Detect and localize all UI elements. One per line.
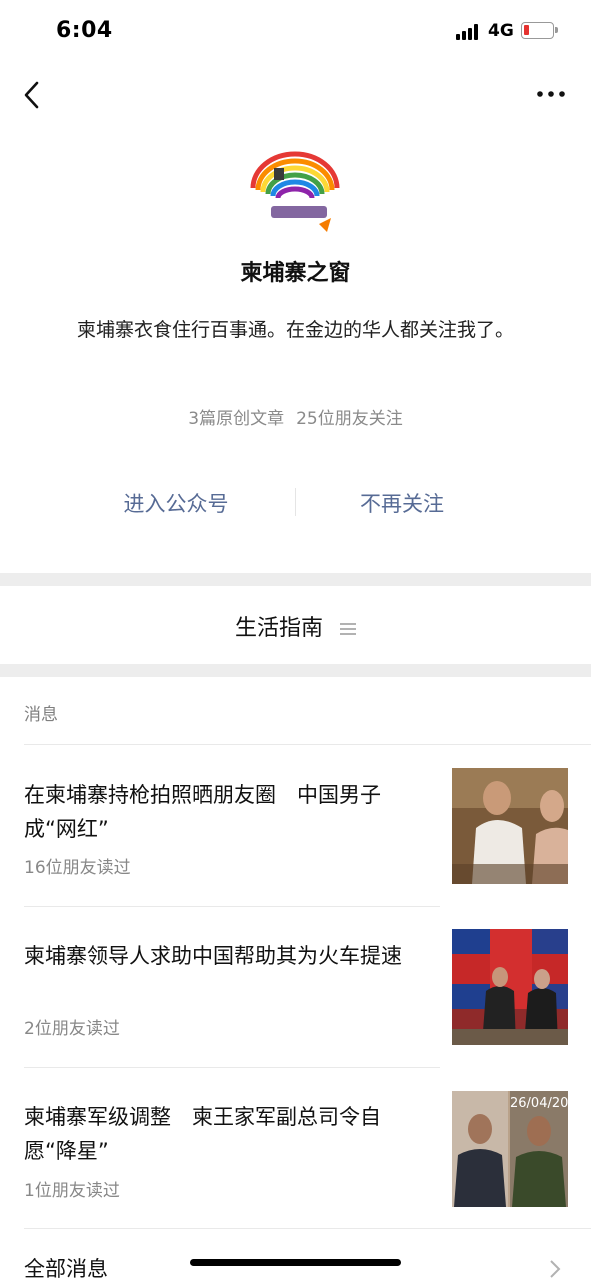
- original-articles-count: 3篇原创文章: [188, 409, 285, 429]
- section-separator: [0, 573, 591, 586]
- divider: [24, 1067, 440, 1068]
- divider: [295, 488, 296, 516]
- chevron-left-icon[interactable]: [22, 80, 44, 110]
- divider: [24, 1228, 591, 1229]
- article-read-count: 1位朋友读过: [24, 1181, 120, 1201]
- messages-section-label: 消息: [24, 705, 58, 725]
- account-logo: [250, 151, 340, 232]
- chevron-right-icon[interactable]: [548, 1258, 562, 1280]
- more-dots-icon[interactable]: [536, 86, 566, 102]
- article-title[interactable]: 柬埔寨军级调整 柬王家军副总司令自愿“降星”: [24, 1100, 429, 1168]
- account-description: 柬埔寨衣食住行百事通。在金边的华人都关注我了。: [76, 319, 514, 341]
- section-separator: [0, 664, 591, 677]
- enter-account-button[interactable]: 进入公众号: [76, 488, 276, 518]
- network-type: 4G: [488, 21, 514, 41]
- article-title[interactable]: 柬埔寨领导人求助中国帮助其为火车提速: [24, 939, 429, 973]
- divider: [24, 744, 591, 745]
- article-read-count: 2位朋友读过: [24, 1019, 120, 1039]
- friends-following-count: 25位朋友关注: [296, 409, 403, 429]
- battery-icon: [521, 22, 558, 39]
- home-indicator: [190, 1259, 401, 1266]
- article-thumbnail[interactable]: [452, 768, 568, 884]
- divider: [24, 906, 440, 907]
- article-thumbnail[interactable]: [452, 929, 568, 1045]
- article-read-count: 16位朋友读过: [24, 858, 131, 878]
- menu-title-label: 生活指南: [234, 616, 323, 641]
- account-stats: 3篇原创文章 25位朋友关注: [0, 404, 591, 429]
- article-title[interactable]: 在柬埔寨持枪拍照晒朋友圈 中国男子成“网红”: [24, 778, 429, 846]
- list-menu-icon: [340, 623, 356, 635]
- account-name: 柬埔寨之窗: [240, 261, 351, 286]
- menu-item-life-guide[interactable]: 生活指南: [0, 610, 591, 642]
- signal-icon: [456, 24, 482, 40]
- unfollow-button[interactable]: 不再关注: [302, 488, 502, 518]
- article-thumbnail[interactable]: 26/04/20: [452, 1091, 568, 1207]
- status-time: 6:04: [56, 18, 113, 43]
- thumbnail-date: 26/04/20: [510, 1096, 568, 1111]
